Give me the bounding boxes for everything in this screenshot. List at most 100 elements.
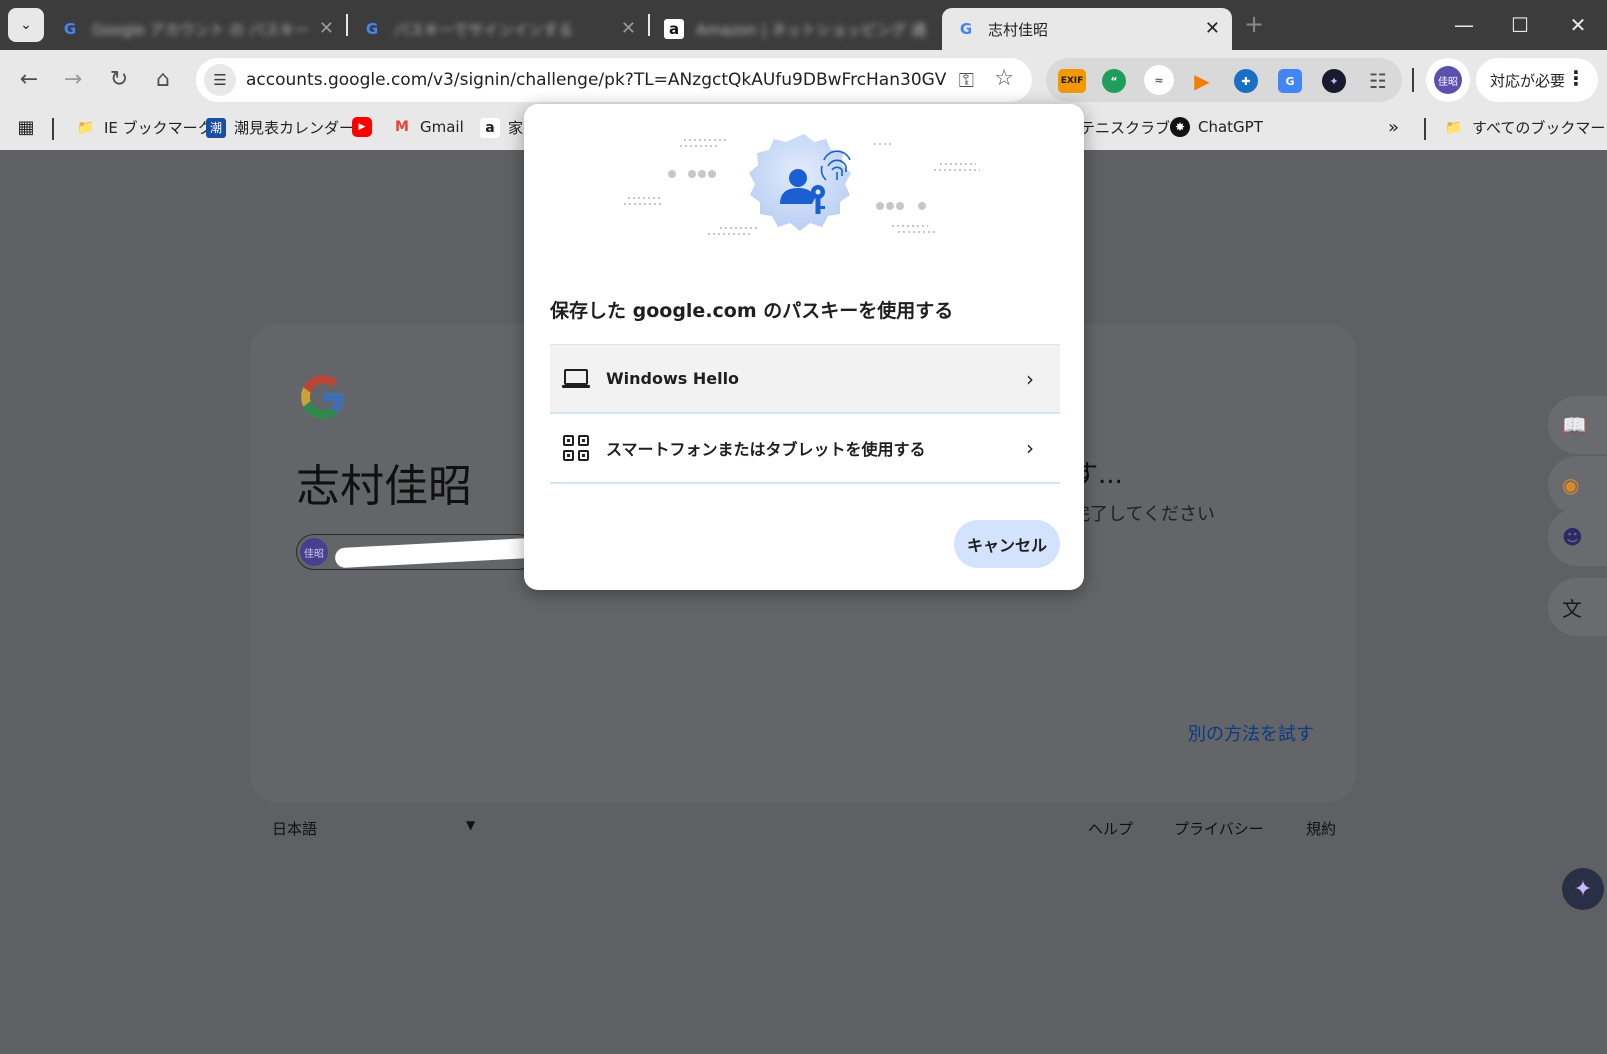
bookmark-label: 家 — [508, 119, 524, 137]
tab-active[interactable]: G 志村佳昭 ✕ — [942, 8, 1232, 50]
chevron-down-icon: ⌄ — [20, 17, 32, 33]
redaction-scribble — [334, 537, 535, 569]
cancel-button[interactable]: キャンセル — [954, 520, 1060, 568]
close-icon[interactable]: ✕ — [621, 18, 636, 39]
key-icon[interactable]: ⚿ — [959, 68, 974, 92]
home-button[interactable]: ⌂ — [146, 62, 180, 96]
tab-strip: ⌄ G Google アカウント の パスキー ✕ G パスキーでサインインする… — [0, 0, 1607, 50]
gemini-button[interactable]: ✦ — [1562, 868, 1604, 910]
try-another-way-link[interactable]: 別の方法を試す — [1188, 720, 1314, 746]
play-extension-icon[interactable]: ▶ — [1190, 69, 1214, 93]
site-info-icon[interactable]: ☰ — [204, 64, 236, 96]
rss-extension-icon[interactable]: ≈ — [1144, 65, 1174, 95]
assistant-face-icon: ☻ — [1562, 525, 1583, 549]
language-label: 日本語 — [272, 820, 318, 838]
dialog-title: 保存した google.com のパスキーを使用する — [550, 300, 954, 322]
tab-2[interactable]: G パスキーでサインインする ✕ — [348, 8, 648, 50]
quote-extension-icon[interactable]: “ — [1102, 69, 1126, 93]
bookmark-gmail[interactable]: M Gmail — [392, 117, 464, 137]
puzzle-extensions-icon[interactable]: ☷ — [1366, 69, 1390, 93]
all-bookmarks-label: すべてのブックマーク — [1472, 119, 1607, 137]
tab-search-button[interactable]: ⌄ — [8, 8, 44, 42]
side-extension-button[interactable]: ◉ — [1548, 456, 1607, 514]
tab-3[interactable]: a Amazon | ネットショッピング 通販 — [650, 8, 940, 50]
bookmark-youtube[interactable]: ▶ — [352, 117, 380, 137]
privacy-link[interactable]: プライバシー — [1174, 818, 1264, 839]
option-label: スマートフォンまたはタブレットを使用する — [606, 440, 926, 459]
update-required-button[interactable]: 対応が必要 ⋮ — [1476, 58, 1598, 102]
bookmark-tide-calendar[interactable]: 潮 潮見表カレンダー — [206, 117, 354, 138]
forward-button[interactable]: → — [56, 62, 90, 96]
close-icon[interactable]: ✕ — [1205, 18, 1220, 39]
chevron-right-icon: › — [1026, 436, 1034, 460]
windows-hello-option[interactable]: Windows Hello › — [550, 344, 1060, 414]
minimize-button[interactable]: — — [1444, 8, 1484, 42]
update-required-label: 対応が必要 — [1490, 71, 1566, 90]
bookmark-label: 潮見表カレンダー — [234, 119, 355, 137]
youtube-icon: ▶ — [352, 117, 372, 137]
bookmark-amazon[interactable]: a 家 — [480, 117, 523, 138]
tide-icon: 潮 — [206, 117, 226, 138]
tab-title: Amazon | ネットショッピング 通販 — [696, 20, 926, 39]
wait-subtitle: 完了してください — [1072, 504, 1215, 525]
side-assistant-button[interactable]: ☻ — [1548, 508, 1607, 566]
google-favicon-icon: G — [959, 20, 973, 38]
chevron-double-right-icon: » — [1388, 117, 1400, 138]
gamepad-extension-icon[interactable]: ✚ — [1234, 69, 1258, 93]
bookmark-star-icon[interactable]: ☆ — [994, 66, 1014, 91]
side-translate-button[interactable]: 文 — [1548, 578, 1607, 636]
bookmark-label: Gmail — [420, 118, 464, 136]
bookmark-label: IE ブックマーク — [104, 119, 213, 137]
window-close-button[interactable]: ✕ — [1558, 8, 1598, 42]
terms-link[interactable]: 規約 — [1306, 818, 1336, 839]
toolbar: ← → ↻ ⌂ ☰ accounts.google.com/v3/signin/… — [0, 50, 1607, 108]
url-text[interactable]: accounts.google.com/v3/signin/challenge/… — [246, 70, 946, 90]
passkey-dialog: 保存した google.com のパスキーを使用する Windows Hello… — [524, 104, 1084, 590]
option-label: Windows Hello — [606, 369, 740, 388]
reload-button[interactable]: ↻ — [102, 62, 136, 96]
language-select[interactable]: 日本語 ▼ — [272, 818, 482, 839]
sparkle-icon: ✦ — [1573, 876, 1593, 902]
caret-down-icon: ▼ — [466, 818, 476, 832]
google-logo-icon — [301, 375, 344, 419]
exif-extension-icon[interactable]: EXIF — [1058, 69, 1086, 93]
folder-icon: 📁 — [1445, 119, 1463, 136]
passkey-illustration — [624, 134, 980, 235]
all-bookmarks-button[interactable]: 📁 すべてのブックマーク — [1444, 117, 1607, 138]
amazon-favicon-icon: a — [664, 19, 684, 39]
maximize-button[interactable]: ☐ — [1500, 8, 1540, 42]
apps-grid-icon: ▦ — [17, 116, 35, 138]
phone-tablet-option[interactable]: スマートフォンまたはタブレットを使用する › — [550, 414, 1060, 484]
help-link[interactable]: ヘルプ — [1088, 818, 1133, 839]
sparkle-extension-icon[interactable]: ✦ — [1322, 69, 1346, 93]
gmail-icon: M — [395, 119, 409, 135]
new-tab-button[interactable]: + — [1244, 10, 1264, 38]
more-vert-icon: ⋮ — [1566, 66, 1586, 90]
apps-button[interactable]: ▦ — [16, 116, 44, 138]
account-name: 志村佳昭 — [296, 461, 472, 512]
toolbar-separator — [1412, 68, 1414, 92]
bookmark-label: テニスクラブ — [1080, 119, 1171, 137]
back-button[interactable]: ← — [12, 62, 46, 96]
bookmark-chatgpt[interactable]: ✸ ChatGPT — [1170, 117, 1263, 137]
account-chip[interactable]: 佳昭 — [296, 534, 536, 570]
profile-avatar[interactable]: 佳昭 — [1426, 58, 1470, 102]
globe-icon: ◉ — [1562, 473, 1580, 497]
book-icon: 📖 — [1562, 413, 1587, 437]
translate-icon: 文 — [1562, 596, 1582, 621]
folder-icon: 📁 — [77, 119, 95, 136]
bookmark-separator — [52, 118, 54, 140]
tab-1[interactable]: G Google アカウント の パスキー ✕ — [46, 8, 346, 50]
address-bar[interactable]: ☰ accounts.google.com/v3/signin/challeng… — [196, 58, 1032, 102]
more-bookmarks-button[interactable]: » — [1388, 117, 1399, 138]
google-favicon-icon: G — [365, 20, 379, 38]
tab-title: パスキーでサインインする — [394, 20, 574, 39]
bookmark-label: ChatGPT — [1198, 118, 1263, 136]
bookmark-ie[interactable]: 📁 IE ブックマーク — [76, 117, 213, 138]
reading-mode-button[interactable]: 📖 — [1548, 396, 1607, 454]
close-icon[interactable]: ✕ — [319, 18, 334, 39]
profile-initials: 佳昭 — [1434, 66, 1462, 94]
tab-title: Google アカウント の パスキー — [92, 20, 310, 39]
translate-extension-icon[interactable]: G — [1278, 69, 1302, 93]
bookmark-tennis-club[interactable]: テニスクラブ — [1080, 117, 1170, 138]
